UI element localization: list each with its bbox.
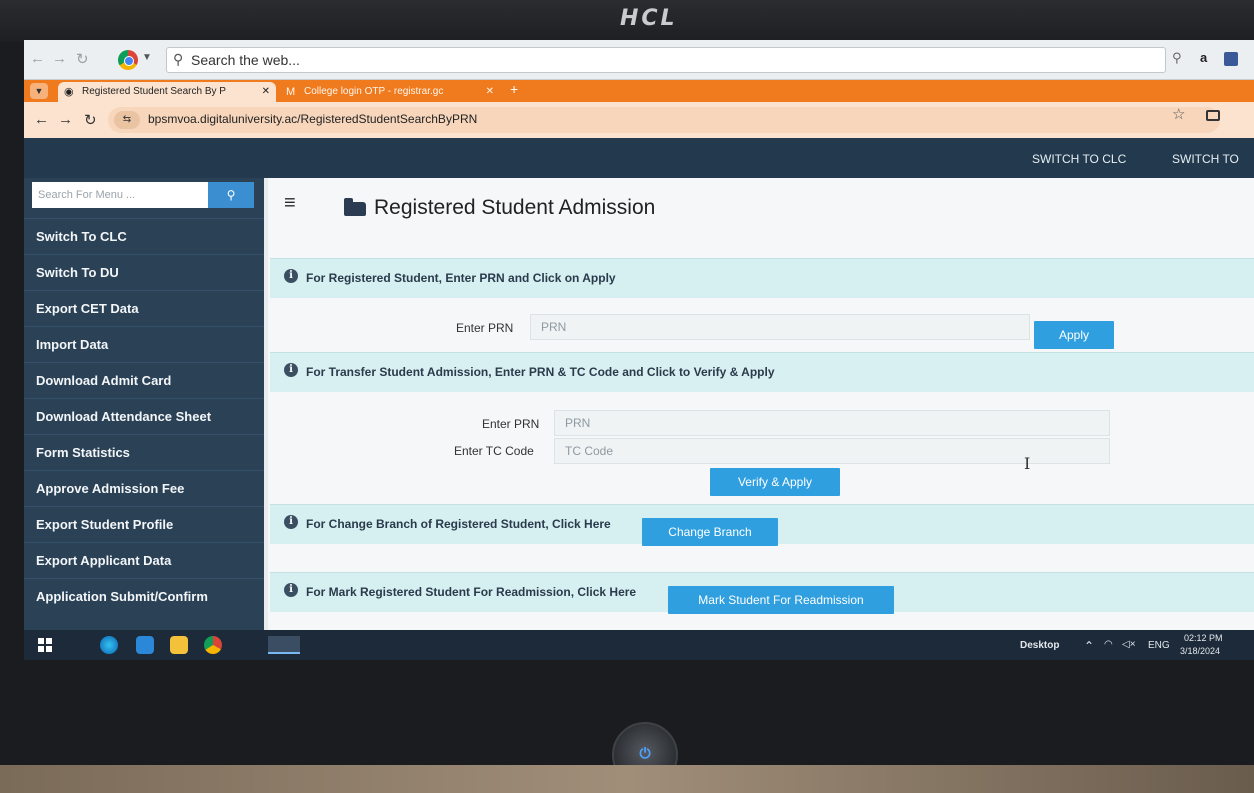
text-cursor-icon: I xyxy=(1024,454,1031,473)
side-panel-icon[interactable] xyxy=(1206,110,1220,121)
enter-prn-label: Enter PRN xyxy=(456,321,514,335)
bookmark-star-icon[interactable]: ☆ xyxy=(1172,105,1185,123)
change-branch-note: For Change Branch of Registered Student,… xyxy=(306,517,611,531)
tab-label: College login OTP - registrar.gc xyxy=(304,86,444,97)
sidebar-item-import-data[interactable]: Import Data xyxy=(24,326,264,362)
file-explorer-icon[interactable] xyxy=(170,636,188,654)
mark-readmission-button[interactable]: Mark Student For Readmission xyxy=(668,586,894,614)
gmail-icon: M xyxy=(286,86,296,98)
new-tab-icon[interactable]: + xyxy=(510,81,518,97)
desktop-toolbar-label[interactable]: Desktop xyxy=(1020,640,1059,651)
close-icon[interactable]: ✕ xyxy=(262,82,270,102)
switch-to-clc-link[interactable]: SWITCH TO CLC xyxy=(1032,152,1126,166)
sidebar-item-form-statistics[interactable]: Form Statistics xyxy=(24,434,264,470)
info-icon: i xyxy=(284,583,298,597)
edge-icon[interactable] xyxy=(100,636,118,654)
monitor-bezel-top: HCL xyxy=(0,0,1254,42)
apply-button[interactable]: Apply xyxy=(1034,321,1114,349)
change-branch-button[interactable]: Change Branch xyxy=(642,518,778,546)
web-search-box[interactable]: ⚲ Search the web... xyxy=(166,47,1166,73)
language-indicator[interactable]: ENG xyxy=(1148,640,1170,651)
tab-strip: ▼ ◉ Registered Student Search By P ✕ M C… xyxy=(24,80,1254,102)
close-icon[interactable]: ✕ xyxy=(486,82,494,102)
windows-start-icon[interactable] xyxy=(38,638,52,652)
facebook-icon[interactable] xyxy=(1224,52,1238,66)
info-icon: i xyxy=(284,515,298,529)
sidebar-item-export-student-profile[interactable]: Export Student Profile xyxy=(24,506,264,542)
page-title: Registered Student Admission xyxy=(374,196,656,219)
sidebar-item-application-submit-confirm[interactable]: Application Submit/Confirm xyxy=(24,578,264,614)
prn-input[interactable] xyxy=(530,314,1030,340)
search-icon: ⚲ xyxy=(226,188,236,202)
store-icon[interactable] xyxy=(136,636,154,654)
tab-menu-icon[interactable]: ▼ xyxy=(30,83,48,99)
menu-search-button[interactable]: ⚲ xyxy=(208,182,254,208)
tab-college-login-otp[interactable]: M College login OTP - registrar.gc ✕ xyxy=(280,82,500,102)
sidebar-item-switch-to-du[interactable]: Switch To DU xyxy=(24,254,264,290)
site-favicon-icon: ◉ xyxy=(64,86,74,98)
transfer-prn-input[interactable] xyxy=(554,410,1110,436)
registered-student-note: For Registered Student, Enter PRN and Cl… xyxy=(306,271,616,285)
tab-registered-student-search[interactable]: ◉ Registered Student Search By P ✕ xyxy=(58,82,276,102)
active-browser-icon[interactable] xyxy=(268,636,300,654)
folder-open-icon xyxy=(344,198,366,216)
readmission-note: For Mark Registered Student For Readmiss… xyxy=(306,585,637,599)
switch-to-link[interactable]: SWITCH TO xyxy=(1172,152,1239,166)
chevron-down-icon[interactable]: ▼ xyxy=(142,52,152,63)
zoom-icon[interactable]: ⚲ xyxy=(1172,50,1182,66)
chrome-icon[interactable] xyxy=(204,636,222,654)
amazon-icon[interactable]: a xyxy=(1200,50,1207,65)
tab-label: Registered Student Search By P xyxy=(82,86,226,97)
outer-browser-toolbar: ← → ↻ ▼ ⚲ Search the web... ⚲ a xyxy=(24,40,1254,80)
monitor-brand-logo: HCL xyxy=(620,6,678,31)
main-content: ≡ Registered Student Admission i For Reg… xyxy=(268,178,1254,630)
reload-icon[interactable]: ↻ xyxy=(84,111,97,129)
desk-surface xyxy=(0,765,1254,793)
web-search-placeholder: Search the web... xyxy=(191,52,300,68)
url-text: bpsmvoa.digitaluniversity.ac/RegisteredS… xyxy=(148,112,478,126)
transfer-enter-prn-label: Enter PRN xyxy=(482,417,540,431)
menu-search-input[interactable] xyxy=(32,182,218,208)
sidebar-item-approve-admission-fee[interactable]: Approve Admission Fee xyxy=(24,470,264,506)
sidebar-item-switch-to-clc[interactable]: Switch To CLC xyxy=(24,218,264,254)
outer-forward-icon[interactable]: → xyxy=(52,50,67,67)
search-icon: ⚲ xyxy=(173,51,184,67)
sidebar: ⚲ Switch To CLC Switch To DU Export CET … xyxy=(24,178,264,630)
windows-taskbar: Desktop ⌃ ◠ ◁× ENG 02:12 PM 3/18/2024 xyxy=(24,630,1254,660)
app-header: SWITCH TO CLC SWITCH TO xyxy=(24,138,1254,178)
transfer-student-note: For Transfer Student Admission, Enter PR… xyxy=(306,365,775,379)
info-icon: i xyxy=(284,363,298,377)
monitor-screen: ← → ↻ ▼ ⚲ Search the web... ⚲ a ▼ ◉ Regi… xyxy=(24,40,1254,660)
power-icon: ⏻ xyxy=(639,745,651,761)
registered-student-info-band: i For Registered Student, Enter PRN and … xyxy=(270,258,1254,298)
transfer-student-info-band: i For Transfer Student Admission, Enter … xyxy=(270,352,1254,392)
clock-time[interactable]: 02:12 PM xyxy=(1184,633,1223,643)
sidebar-item-export-applicant-data[interactable]: Export Applicant Data xyxy=(24,542,264,578)
outer-back-icon[interactable]: ← xyxy=(30,50,45,67)
browser-logo-icon[interactable] xyxy=(118,50,138,70)
outer-reload-icon[interactable]: ↻ xyxy=(76,50,89,68)
back-icon[interactable]: ← xyxy=(34,111,49,128)
site-settings-icon[interactable]: ⇆ xyxy=(114,111,140,129)
sidebar-item-download-admit-card[interactable]: Download Admit Card xyxy=(24,362,264,398)
wifi-icon[interactable]: ◠ xyxy=(1104,639,1113,650)
sidebar-item-export-cet-data[interactable]: Export CET Data xyxy=(24,290,264,326)
address-bar: ← → ↻ ⇆ bpsmvoa.digitaluniversity.ac/Reg… xyxy=(24,102,1254,138)
url-field[interactable]: ⇆ bpsmvoa.digitaluniversity.ac/Registere… xyxy=(108,107,1220,133)
verify-apply-button[interactable]: Verify & Apply xyxy=(710,468,840,496)
forward-icon[interactable]: → xyxy=(58,111,73,128)
sidebar-item-download-attendance-sheet[interactable]: Download Attendance Sheet xyxy=(24,398,264,434)
tc-code-label: Enter TC Code xyxy=(454,444,534,458)
volume-muted-icon[interactable]: ◁× xyxy=(1122,639,1136,650)
info-icon: i xyxy=(284,269,298,283)
menu-toggle-icon[interactable]: ≡ xyxy=(284,192,296,215)
chevron-up-icon[interactable]: ⌃ xyxy=(1084,639,1094,653)
clock-date[interactable]: 3/18/2024 xyxy=(1180,646,1220,656)
